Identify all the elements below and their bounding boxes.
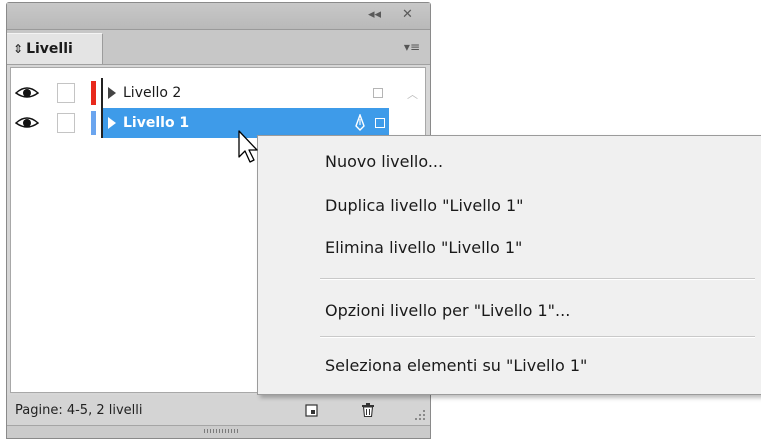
grip-handle[interactable] <box>204 429 238 433</box>
page-layer-info: Pagine: 4-5, 2 livelli <box>15 403 143 418</box>
close-icon[interactable]: ✕ <box>402 7 413 23</box>
panel-bottom-grip[interactable] <box>7 425 430 438</box>
target-square-icon[interactable] <box>375 118 385 128</box>
panel-tab-row: ⇕ Livelli ▾≡ <box>7 30 430 65</box>
panel-menu-icon[interactable]: ▾≡ <box>404 40 420 54</box>
layer-name[interactable]: Livello 2 <box>123 84 181 102</box>
menu-item-delete-layer[interactable]: Elimina livello "Livello 1" <box>325 238 522 258</box>
target-square-icon[interactable] <box>373 88 383 98</box>
new-layer-icon[interactable] <box>305 403 319 417</box>
scroll-up-icon[interactable]: ︿ <box>407 86 418 102</box>
layer-name[interactable]: Livello 1 <box>123 114 189 132</box>
panel-titlebar: ◂◂ ✕ <box>7 3 430 30</box>
tab-label: Livelli <box>26 41 73 57</box>
lock-toggle[interactable] <box>57 113 75 133</box>
layer-row[interactable]: Livello 1 <box>11 108 403 138</box>
panel-footer: Pagine: 4-5, 2 livelli <box>7 395 430 425</box>
divider <box>101 78 103 108</box>
menu-item-layer-options[interactable]: Opzioni livello per "Livello 1"... <box>325 301 570 321</box>
layer-row[interactable]: Livello 2 ︿ <box>11 78 418 108</box>
trash-icon[interactable] <box>361 403 375 417</box>
resize-grip-icon[interactable] <box>414 409 426 421</box>
layer-color-swatch <box>91 111 96 135</box>
mouse-pointer-icon <box>238 130 258 163</box>
expand-triangle-icon[interactable] <box>108 117 116 129</box>
menu-separator <box>320 336 755 338</box>
menu-item-select-items[interactable]: Seleziona elementi su "Livello 1" <box>325 356 587 376</box>
eye-icon[interactable] <box>15 86 39 100</box>
eye-icon[interactable] <box>15 116 39 130</box>
menu-item-duplicate-layer[interactable]: Duplica livello "Livello 1" <box>325 196 524 216</box>
context-menu: Nuovo livello... Duplica livello "Livell… <box>257 135 761 395</box>
menu-separator <box>320 278 755 280</box>
lock-toggle[interactable] <box>57 83 75 103</box>
pen-icon <box>355 114 365 131</box>
expand-triangle-icon[interactable] <box>108 87 116 99</box>
sort-updown-icon: ⇕ <box>13 42 24 56</box>
menu-item-new-layer[interactable]: Nuovo livello... <box>325 152 443 172</box>
collapse-icon[interactable]: ◂◂ <box>368 7 381 23</box>
tab-livelli[interactable]: ⇕ Livelli <box>7 33 103 64</box>
layer-color-swatch <box>91 81 96 105</box>
